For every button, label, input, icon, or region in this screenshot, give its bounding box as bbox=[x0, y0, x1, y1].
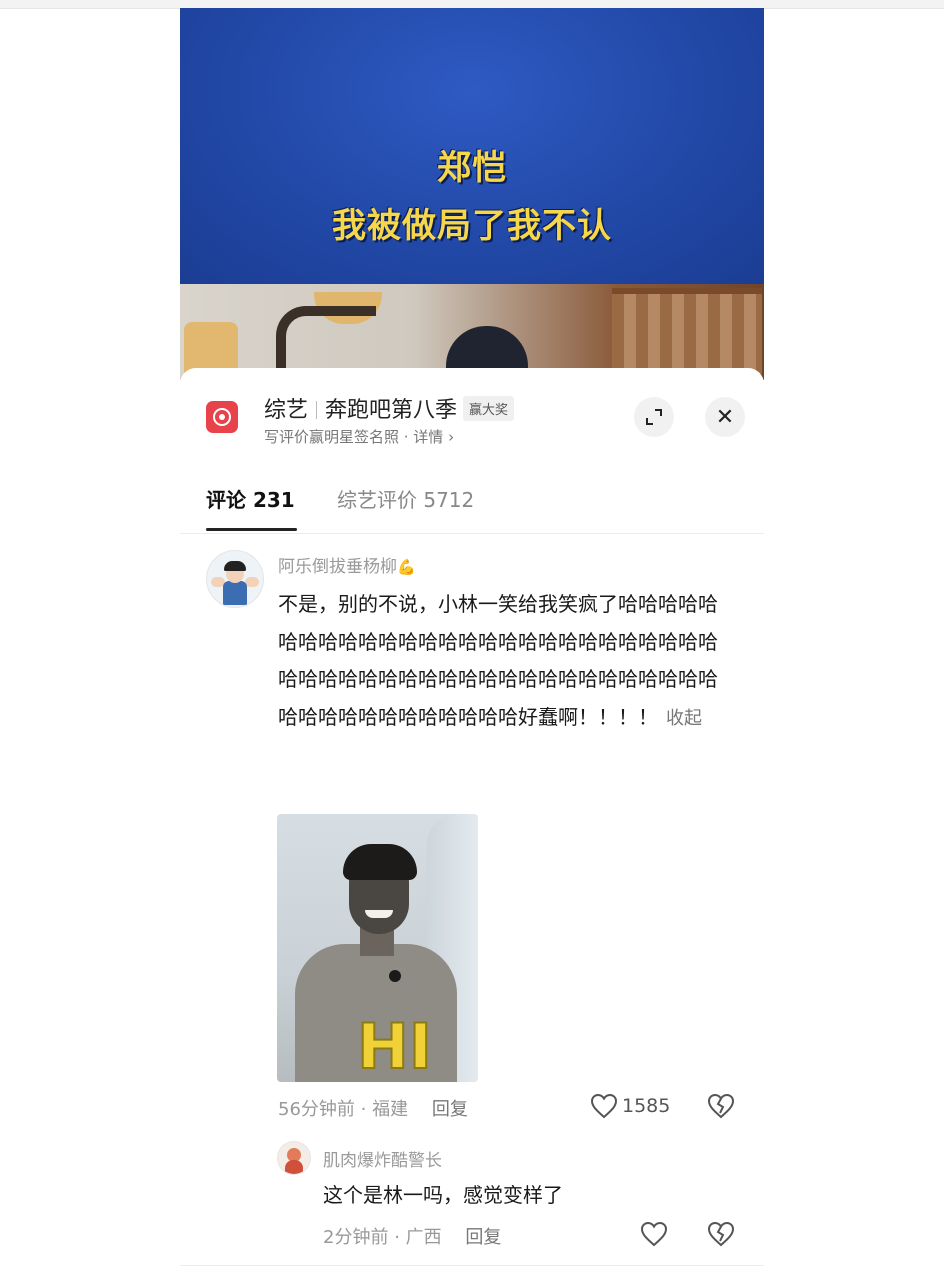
category-label: 综艺 bbox=[264, 398, 309, 423]
microphone-icon bbox=[389, 970, 401, 982]
close-icon: ✕ bbox=[715, 404, 735, 430]
close-button[interactable]: ✕ bbox=[705, 397, 745, 437]
video-player[interactable]: 郑恺 我被做局了我不认 bbox=[180, 8, 764, 380]
expand-icon bbox=[646, 409, 662, 425]
heart-icon bbox=[590, 1093, 618, 1119]
like-button[interactable]: 1585 bbox=[590, 1093, 670, 1119]
divider bbox=[180, 1265, 764, 1266]
window-shape bbox=[612, 288, 762, 374]
reply-username[interactable]: 肌肉爆炸酷警长 bbox=[323, 1146, 442, 1171]
photo-smile bbox=[365, 910, 393, 918]
tab-show-reviews[interactable]: 综艺评价 5712 bbox=[337, 484, 474, 513]
show-title-row[interactable]: 综艺 奔跑吧第八季 赢大奖 bbox=[264, 392, 515, 423]
comment-sheet: 综艺 奔跑吧第八季 赢大奖 写评价赢明星签名照 · 详情 › ✕ 评论 231 综艺… bbox=[180, 368, 764, 1279]
reply-avatar[interactable] bbox=[277, 1141, 311, 1175]
video-caption-name: 郑恺 bbox=[437, 148, 507, 188]
tab-comments[interactable]: 评论 231 bbox=[206, 484, 295, 513]
reply-time: 2分钟前 bbox=[323, 1227, 389, 1248]
broken-heart-icon bbox=[707, 1221, 735, 1247]
reply-meta: 2分钟前 · 广西 回复 bbox=[323, 1223, 501, 1249]
video-scene bbox=[180, 284, 764, 380]
comment-image[interactable]: HI bbox=[277, 814, 478, 1082]
username-text: 阿乐倒拔垂杨柳 bbox=[278, 557, 397, 577]
heart-icon bbox=[640, 1221, 668, 1247]
reply-reply-button[interactable]: 回复 bbox=[465, 1227, 501, 1248]
collapse-link[interactable]: 收起 bbox=[666, 708, 702, 729]
review-promo-link[interactable]: 写评价赢明星签名照 · 详情 › bbox=[264, 426, 454, 447]
expand-button[interactable] bbox=[634, 397, 674, 437]
meta-dot: · bbox=[360, 1099, 373, 1120]
comment-username[interactable]: 阿乐倒拔垂杨柳💪 bbox=[278, 552, 416, 577]
variety-show-icon[interactable] bbox=[206, 401, 238, 433]
shirt-print: HI bbox=[356, 1009, 433, 1082]
reply-text: 这个是林一吗，感觉变样了 bbox=[323, 1183, 563, 1207]
active-tab-indicator bbox=[206, 528, 297, 531]
reply-location: 广西 bbox=[405, 1227, 442, 1248]
comment-time: 56分钟前 bbox=[278, 1099, 355, 1120]
comment-body: 不是，别的不说，小林一笑给我笑疯了哈哈哈哈哈哈哈哈哈哈哈哈哈哈哈哈哈哈哈哈哈哈哈… bbox=[278, 586, 718, 737]
avatar-body bbox=[223, 581, 247, 605]
like-count: 1585 bbox=[622, 1095, 671, 1117]
avatar-arm bbox=[245, 577, 259, 587]
comment-location: 福建 bbox=[372, 1099, 409, 1120]
broken-heart-icon bbox=[707, 1093, 735, 1119]
reply-dislike-button[interactable] bbox=[707, 1221, 735, 1251]
reply-avatar-body bbox=[285, 1160, 303, 1174]
prize-badge: 赢大奖 bbox=[463, 396, 515, 421]
avatar-hair bbox=[224, 561, 246, 571]
video-caption-text: 我被做局了我不认 bbox=[332, 206, 612, 246]
avatar[interactable] bbox=[206, 550, 264, 608]
comment-text: 不是，别的不说，小林一笑给我笑疯了哈哈哈哈哈哈哈哈哈哈哈哈哈哈哈哈哈哈哈哈哈哈哈… bbox=[278, 592, 718, 729]
show-title: 奔跑吧第八季 bbox=[325, 398, 458, 423]
title-separator bbox=[316, 401, 318, 419]
reply-button[interactable]: 回复 bbox=[432, 1099, 468, 1120]
screen: 郑恺 我被做局了我不认 综艺 奔跑吧第八季 赢大奖 写评价赢明星签名照 · 详情 › bbox=[0, 0, 944, 1279]
film-reel-dot bbox=[219, 414, 225, 420]
photo-hair bbox=[343, 844, 417, 880]
divider bbox=[180, 533, 764, 534]
reply-like-button[interactable] bbox=[640, 1221, 668, 1247]
comment-meta: 56分钟前 · 福建 回复 bbox=[278, 1095, 468, 1121]
meta-dot: · bbox=[394, 1227, 406, 1248]
muscle-emoji-icon: 💪 bbox=[397, 558, 416, 576]
dislike-button[interactable] bbox=[707, 1093, 735, 1123]
